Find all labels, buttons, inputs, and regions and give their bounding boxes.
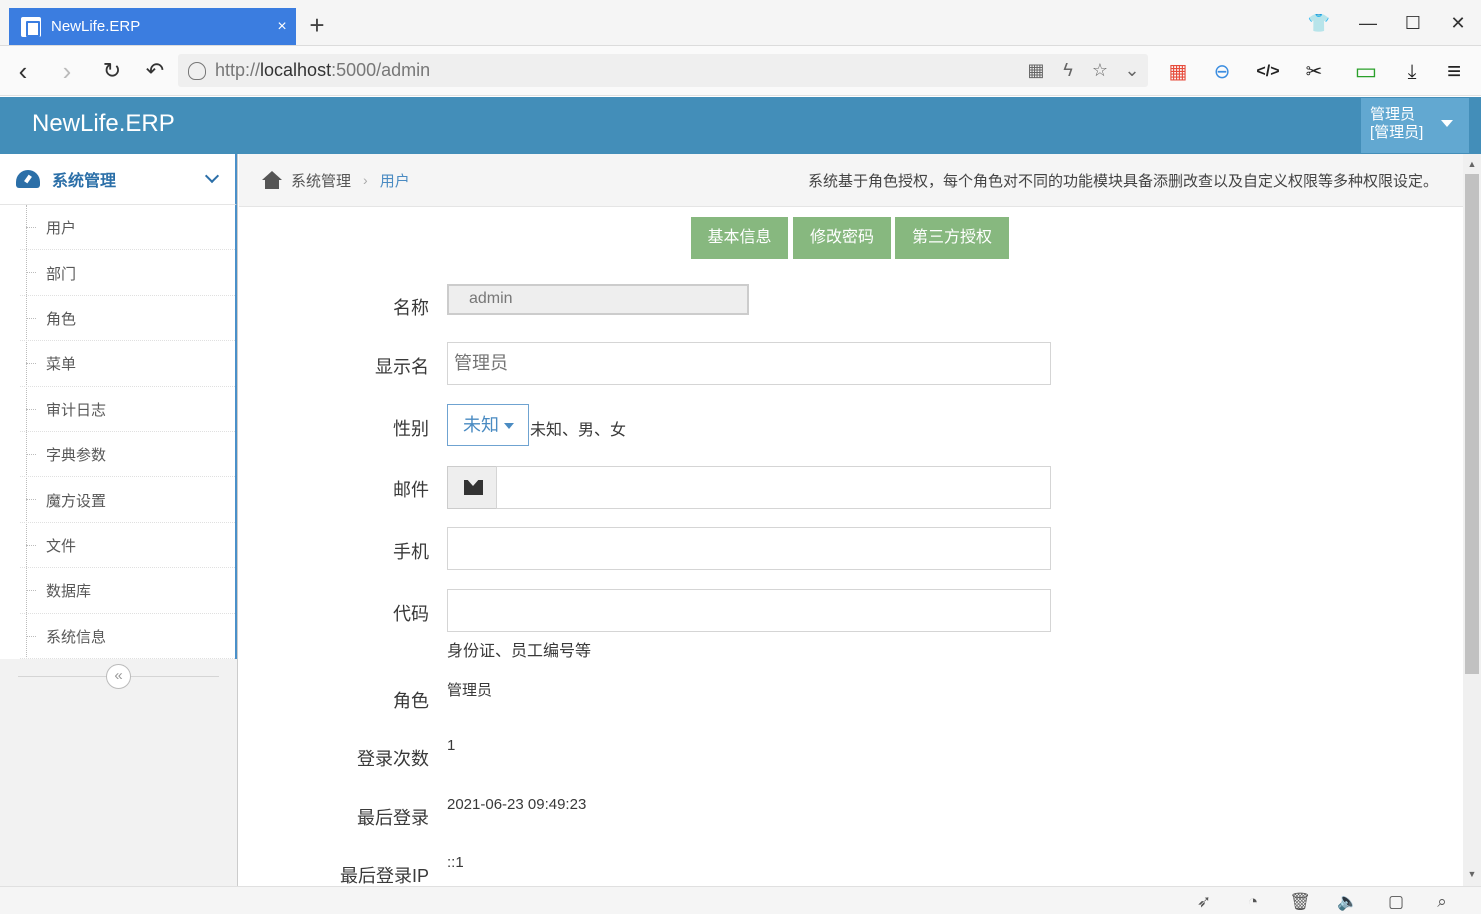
dashboard-icon	[16, 170, 40, 188]
tab-basic-info[interactable]: 基本信息	[691, 217, 788, 259]
search-icon[interactable]: ⌕	[1431, 891, 1453, 913]
role-value: 管理员	[447, 682, 493, 699]
last-login-ip-label: 最后登录IP	[339, 866, 429, 886]
sidebar-item-database[interactable]: 数据库	[0, 568, 235, 614]
name-field: admin	[447, 284, 749, 315]
speed-dial-icon[interactable]: ◔	[1242, 891, 1264, 913]
display-name-field[interactable]	[447, 342, 1051, 385]
trash-icon[interactable]: 🗑	[1289, 891, 1311, 913]
caret-down-icon	[504, 423, 514, 429]
menu-icon[interactable]: ≡	[1440, 58, 1468, 86]
sidebar-item-roles[interactable]: 角色	[0, 296, 235, 342]
sidebar-collapse: «	[0, 659, 237, 693]
dropdown-icon[interactable]: ⌄	[1116, 60, 1148, 81]
volume-icon[interactable]: 🔈	[1337, 891, 1359, 913]
page-description: 系统基于角色授权，每个角色对不同的功能模块具备添删改查以及自定义权限等多种权限设…	[807, 172, 1438, 190]
gender-label: 性别	[393, 419, 429, 439]
page-favicon-icon	[21, 16, 41, 37]
forward-button[interactable]: ›	[52, 56, 82, 86]
breadcrumb-parent[interactable]: 系统管理	[291, 170, 351, 191]
envelope-icon	[464, 478, 483, 495]
sidebar-submenu: 用户 部门 角色 菜单 审计日志 字典参数 魔方设置 文件 数据库 系统信息	[0, 205, 237, 660]
close-window-button[interactable]: ✕	[1445, 10, 1471, 36]
rocket-icon[interactable]: ➶	[1193, 891, 1215, 913]
breadcrumb: 系统管理 › 用户 系统基于角色授权，每个角色对不同的功能模块具备添删改查以及自…	[239, 154, 1463, 207]
login-count-value: 1	[447, 737, 456, 754]
phone-label: 手机	[393, 542, 429, 562]
tab-close-icon[interactable]: ×	[268, 18, 296, 36]
maximize-button[interactable]: ☐	[1400, 10, 1426, 36]
minimize-button[interactable]: —	[1355, 10, 1381, 36]
apps-icon[interactable]: ▦	[1164, 58, 1192, 86]
code-label: 代码	[393, 604, 429, 624]
scroll-down-icon[interactable]: ▼	[1463, 866, 1481, 882]
window-icon[interactable]: ▢	[1385, 891, 1407, 913]
browser-tab[interactable]: NewLife.ERP ×	[9, 8, 296, 45]
lightning-icon[interactable]: ϟ	[1052, 60, 1084, 81]
user-menu[interactable]: 管理员 [管理员]	[1361, 98, 1469, 153]
user-name: 管理员	[1370, 106, 1416, 123]
email-label: 邮件	[393, 480, 429, 500]
browser-tabbar: NewLife.ERP × + 👕 — ☐ ✕	[0, 0, 1481, 46]
last-login-value: 2021-06-23 09:49:23	[447, 796, 587, 813]
undo-button[interactable]: ↶	[140, 56, 170, 86]
user-role: [管理员]	[1370, 124, 1424, 141]
role-label: 角色	[393, 691, 429, 711]
devtools-icon[interactable]: </>	[1254, 58, 1282, 86]
bookmark-star-icon[interactable]: ☆	[1084, 60, 1116, 81]
skin-icon[interactable]: 👕	[1306, 10, 1332, 36]
back-button[interactable]: ‹	[8, 56, 38, 86]
email-field[interactable]	[496, 466, 1051, 509]
brand-logo[interactable]: NewLife.ERP	[32, 110, 175, 138]
tab-third-party-auth[interactable]: 第三方授权	[895, 217, 1009, 259]
chevron-down-icon	[204, 168, 220, 184]
last-login-ip-value: ::1	[447, 854, 464, 871]
battery-icon[interactable]: ▭	[1352, 58, 1380, 86]
sidebar: 系统管理 用户 部门 角色 菜单 审计日志 字典参数 魔方设置 文件 数据库 系…	[0, 154, 238, 886]
sidebar-item-users[interactable]: 用户	[0, 205, 235, 251]
browser-toolbar: ‹ › ↻ ↶ http://localhost:5000/admin ▦ ϟ …	[0, 46, 1481, 96]
tab-title: NewLife.ERP	[51, 18, 141, 35]
address-bar[interactable]: http://localhost:5000/admin ▦ ϟ ☆ ⌄	[178, 54, 1148, 87]
collapse-sidebar-icon[interactable]: «	[106, 663, 131, 689]
sidebar-item-departments[interactable]: 部门	[0, 250, 235, 297]
scroll-up-icon[interactable]: ▲	[1463, 156, 1481, 172]
breadcrumb-current[interactable]: 用户	[380, 170, 410, 191]
last-login-label: 最后登录	[357, 808, 429, 828]
tab-change-password[interactable]: 修改密码	[793, 217, 891, 259]
code-hint: 身份证、员工编号等	[447, 643, 592, 660]
sidebar-section-label: 系统管理	[52, 173, 117, 190]
url-text[interactable]: http://localhost:5000/admin	[215, 60, 1020, 81]
security-shield-icon	[188, 61, 206, 80]
sidebar-section-system[interactable]: 系统管理	[0, 154, 237, 205]
sidebar-item-audit-log[interactable]: 审计日志	[0, 387, 235, 433]
home-icon[interactable]	[261, 171, 283, 189]
login-count-label: 登录次数	[357, 749, 429, 769]
display-name-label: 显示名	[375, 357, 429, 377]
gender-hint: 未知、男、女	[530, 422, 627, 439]
gender-select[interactable]: 未知	[447, 404, 529, 446]
download-icon[interactable]: ⤓	[1398, 58, 1426, 86]
sidebar-item-menus[interactable]: 菜单	[0, 341, 235, 387]
scroll-thumb[interactable]	[1465, 174, 1479, 674]
sidebar-item-files[interactable]: 文件	[0, 523, 235, 569]
sidebar-item-dictionary[interactable]: 字典参数	[0, 432, 235, 478]
app-header: NewLife.ERP 管理员 [管理员]	[0, 97, 1481, 154]
browser-statusbar: ➶ ◔ 🗑 🔈 ▢ ⌕	[0, 886, 1481, 914]
name-label: 名称	[393, 298, 429, 318]
sidebar-item-system-info[interactable]: 系统信息	[0, 614, 235, 660]
code-field[interactable]	[447, 589, 1051, 632]
email-addon	[447, 466, 497, 509]
caret-down-icon	[1441, 120, 1453, 127]
qr-code-icon[interactable]: ▦	[1020, 60, 1052, 81]
screenshot-scissors-icon[interactable]: ✂	[1300, 58, 1328, 86]
sidebar-item-cube-settings[interactable]: 魔方设置	[0, 477, 235, 524]
gender-selected-value: 未知	[463, 415, 499, 435]
reload-button[interactable]: ↻	[97, 56, 127, 86]
phone-field[interactable]	[447, 527, 1051, 570]
new-tab-button[interactable]: +	[305, 12, 329, 40]
page-scrollbar[interactable]: ▲ ▼	[1463, 154, 1481, 886]
adblock-icon[interactable]: ⊖	[1208, 58, 1236, 86]
breadcrumb-separator-icon: ›	[363, 172, 368, 188]
